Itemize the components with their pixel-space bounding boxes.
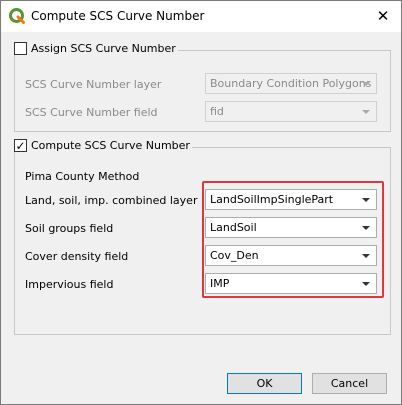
cn-layer-combo[interactable]: Boundary Condition Polygons xyxy=(205,73,377,94)
assign-group-header: Assign SCS Curve Number xyxy=(14,42,178,55)
chevron-down-icon xyxy=(362,82,370,86)
close-icon: ✕ xyxy=(376,7,390,25)
impervious-label: Impervious field xyxy=(25,278,114,291)
chevron-down-icon xyxy=(362,110,370,114)
ok-button[interactable]: OK xyxy=(227,373,302,394)
method-label: Pima County Method xyxy=(25,170,140,183)
cn-layer-label: SCS Curve Number layer xyxy=(25,78,162,91)
compute-checkbox-label[interactable]: Compute SCS Curve Number xyxy=(31,139,190,152)
soil-groups-label: Soil groups field xyxy=(25,222,114,235)
cn-layer-value: Boundary Condition Polygons xyxy=(210,77,372,90)
dialog-window: Compute SCS Curve Number ✕ Assign SCS Cu… xyxy=(0,0,402,405)
cancel-button[interactable]: Cancel xyxy=(312,373,387,394)
qgis-logo-icon xyxy=(9,8,25,24)
combined-layer-label: Land, soil, imp. combined layer xyxy=(25,194,198,207)
compute-group-header: ✓ Compute SCS Curve Number xyxy=(14,139,192,152)
cn-field-label: SCS Curve Number field xyxy=(25,106,158,119)
compute-checkbox[interactable]: ✓ xyxy=(14,139,27,152)
cn-field-combo[interactable]: fid xyxy=(205,101,377,122)
window-title: Compute SCS Curve Number xyxy=(31,9,205,23)
assign-checkbox[interactable] xyxy=(14,42,27,55)
title-bar: Compute SCS Curve Number ✕ xyxy=(1,1,401,32)
highlight-annotation xyxy=(202,181,384,298)
cn-field-value: fid xyxy=(210,105,224,118)
cover-density-label: Cover density field xyxy=(25,250,129,263)
checkmark-icon: ✓ xyxy=(15,138,26,153)
close-button[interactable]: ✕ xyxy=(371,5,395,27)
assign-checkbox-label[interactable]: Assign SCS Curve Number xyxy=(31,42,176,55)
